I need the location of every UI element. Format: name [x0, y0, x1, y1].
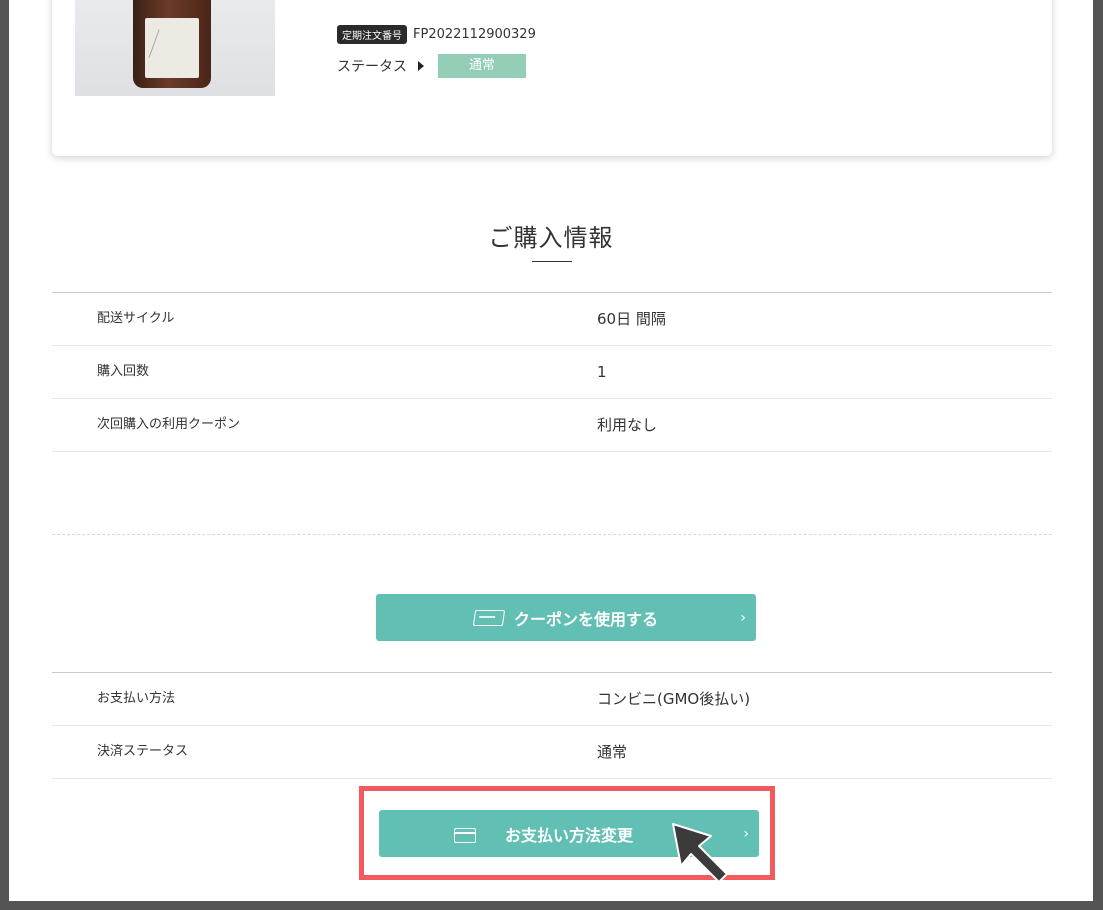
product-jar-graphic	[133, 0, 211, 88]
table-row: 購入回数 1	[52, 346, 1052, 399]
row-value: 1	[597, 363, 607, 381]
table-row: お支払い方法 コンビニ(GMO後払い)	[52, 673, 1052, 726]
title-underline	[532, 261, 572, 262]
row-label: 購入回数	[97, 364, 150, 379]
subscription-product-card: 定期注文番号 FP2022112900329 ステータス 通常	[52, 0, 1052, 156]
row-label: お支払い方法	[97, 691, 176, 706]
status-row: ステータス 通常	[337, 54, 526, 78]
order-number-badge: 定期注文番号	[337, 24, 407, 44]
purchase-info-table: 配送サイクル 60日 間隔 購入回数 1 次回購入の利用クーポン 利用なし	[52, 292, 1052, 452]
triangle-right-icon	[418, 61, 424, 71]
row-label: 決済ステータス	[97, 744, 189, 759]
divider	[52, 534, 1052, 535]
status-badge: 通常	[438, 54, 526, 78]
coupon-icon	[472, 609, 506, 626]
mouse-cursor-icon	[672, 823, 728, 883]
row-value: コンビニ(GMO後払い)	[597, 690, 751, 708]
chevron-right-icon: ›	[740, 609, 746, 626]
row-value: 利用なし	[597, 416, 658, 434]
row-value: 60日 間隔	[597, 310, 666, 328]
table-row: 次回購入の利用クーポン 利用なし	[52, 399, 1052, 452]
status-label: ステータス	[337, 59, 407, 75]
row-label: 次回購入の利用クーポン	[97, 417, 241, 432]
use-coupon-button[interactable]: クーポンを使用する ›	[376, 594, 756, 641]
product-image	[75, 0, 275, 96]
row-label: 配送サイクル	[97, 311, 175, 326]
order-number: FP2022112900329	[413, 26, 536, 42]
row-value: 通常	[597, 743, 628, 761]
order-number-row: 定期注文番号 FP2022112900329	[337, 24, 536, 44]
table-row: 決済ステータス 通常	[52, 726, 1052, 779]
table-row: 配送サイクル 60日 間隔	[52, 293, 1052, 346]
use-coupon-button-label: クーポンを使用する	[513, 609, 658, 629]
section-title: ご購入情報	[488, 224, 614, 252]
payment-info-table: お支払い方法 コンビニ(GMO後払い) 決済ステータス 通常	[52, 672, 1052, 779]
page: 定期注文番号 FP2022112900329 ステータス 通常 ご購入情報 配送…	[9, 0, 1093, 901]
